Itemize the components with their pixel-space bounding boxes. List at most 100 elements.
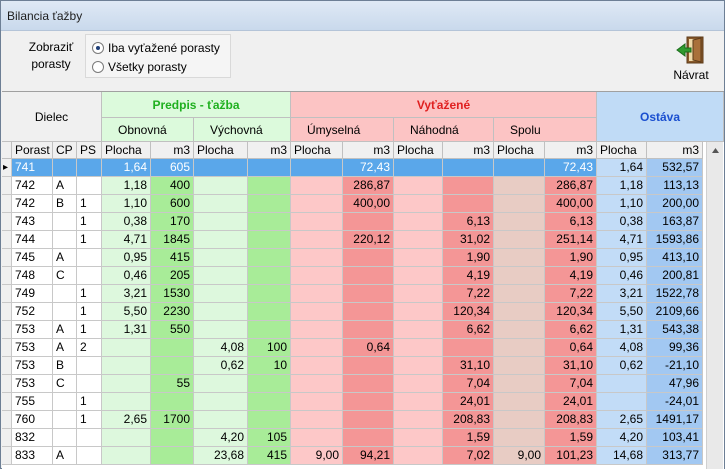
table-cell[interactable]	[77, 249, 102, 267]
table-cell[interactable]: 1	[77, 303, 102, 321]
table-cell[interactable]: 1530	[151, 285, 194, 303]
table-cell[interactable]	[248, 303, 291, 321]
table-cell[interactable]	[194, 231, 248, 249]
table-cell[interactable]	[343, 267, 394, 285]
column-header-1[interactable]: CP	[53, 142, 77, 159]
table-cell[interactable]: 251,14	[545, 231, 597, 249]
table-cell[interactable]: 753	[12, 321, 53, 339]
table-cell[interactable]: 833	[12, 447, 53, 465]
table-cell[interactable]: 9,00	[494, 447, 545, 465]
table-cell[interactable]	[194, 195, 248, 213]
table-cell[interactable]	[343, 393, 394, 411]
table-cell[interactable]	[394, 267, 443, 285]
table-cell[interactable]	[53, 393, 77, 411]
table-cell[interactable]: 550	[151, 321, 194, 339]
table-cell[interactable]: 755	[12, 393, 53, 411]
table-cell[interactable]	[77, 429, 102, 447]
table-cell[interactable]	[53, 285, 77, 303]
table-cell[interactable]	[494, 411, 545, 429]
table-cell[interactable]	[53, 231, 77, 249]
table-cell[interactable]: 415	[151, 249, 194, 267]
table-cell[interactable]	[248, 231, 291, 249]
table-cell[interactable]	[494, 357, 545, 375]
table-cell[interactable]: 742	[12, 177, 53, 195]
table-cell[interactable]: 1491,17	[647, 411, 703, 429]
table-cell[interactable]: 200,81	[647, 267, 703, 285]
column-header-14[interactable]: m3	[647, 142, 703, 159]
table-cell[interactable]: 6,62	[545, 321, 597, 339]
table-cell[interactable]: 1845	[151, 231, 194, 249]
table-cell[interactable]	[248, 213, 291, 231]
table-cell[interactable]	[53, 213, 77, 231]
table-cell[interactable]	[194, 249, 248, 267]
table-cell[interactable]: 208,83	[443, 411, 494, 429]
table-cell[interactable]	[248, 375, 291, 393]
table-cell[interactable]: 72,43	[343, 159, 394, 177]
table-cell[interactable]: 105	[248, 429, 291, 447]
table-cell[interactable]: 101,23	[545, 447, 597, 465]
table-cell[interactable]: 31,10	[443, 357, 494, 375]
column-header-6[interactable]: m3	[248, 142, 291, 159]
table-cell[interactable]	[291, 177, 343, 195]
table-cell[interactable]: 4,19	[545, 267, 597, 285]
column-header-10[interactable]: m3	[443, 142, 494, 159]
table-cell[interactable]	[494, 177, 545, 195]
table-cell[interactable]	[494, 213, 545, 231]
table-cell[interactable]	[291, 321, 343, 339]
table-cell[interactable]: 0,62	[194, 357, 248, 375]
table-cell[interactable]	[443, 159, 494, 177]
table-cell[interactable]	[291, 375, 343, 393]
table-cell[interactable]	[248, 249, 291, 267]
table-cell[interactable]: 23,68	[194, 447, 248, 465]
table-cell[interactable]	[248, 285, 291, 303]
table-cell[interactable]: 99,36	[647, 339, 703, 357]
table-cell[interactable]	[394, 195, 443, 213]
table-cell[interactable]	[53, 303, 77, 321]
table-cell[interactable]: 7,22	[545, 285, 597, 303]
table-cell[interactable]: C	[53, 267, 77, 285]
table-cell[interactable]: 0,38	[102, 213, 151, 231]
table-cell[interactable]: 753	[12, 339, 53, 357]
table-cell[interactable]: 286,87	[545, 177, 597, 195]
table-cell[interactable]	[443, 177, 494, 195]
table-cell[interactable]	[597, 393, 647, 411]
table-cell[interactable]: 1,18	[102, 177, 151, 195]
table-cell[interactable]	[343, 411, 394, 429]
table-cell[interactable]: 1,64	[597, 159, 647, 177]
table-cell[interactable]	[394, 285, 443, 303]
table-cell[interactable]: 742	[12, 195, 53, 213]
table-cell[interactable]: 113,13	[647, 177, 703, 195]
table-cell[interactable]: 4,19	[443, 267, 494, 285]
table-cell[interactable]: 24,01	[443, 393, 494, 411]
table-cell[interactable]: 1593,86	[647, 231, 703, 249]
table-cell[interactable]	[394, 213, 443, 231]
table-cell[interactable]	[102, 429, 151, 447]
table-cell[interactable]	[394, 393, 443, 411]
table-cell[interactable]: 5,50	[597, 303, 647, 321]
table-cell[interactable]	[343, 303, 394, 321]
table-cell[interactable]: 532,57	[647, 159, 703, 177]
table-cell[interactable]: 31,02	[443, 231, 494, 249]
table-cell[interactable]	[53, 429, 77, 447]
table-cell[interactable]: 72,43	[545, 159, 597, 177]
table-cell[interactable]: 4,08	[597, 339, 647, 357]
radio-dot-checked[interactable]	[92, 42, 104, 54]
table-cell[interactable]: 2,65	[102, 411, 151, 429]
balance-grid[interactable]: Dielec Predpis - ťažba Vyťažené Ostáva Obnov…	[2, 91, 724, 469]
radio-harvested-only[interactable]: Iba vyťažené porasty	[92, 40, 220, 56]
table-cell[interactable]	[151, 357, 194, 375]
table-cell[interactable]: 55	[151, 375, 194, 393]
table-cell[interactable]	[194, 285, 248, 303]
vertical-scrollbar[interactable]	[706, 142, 723, 469]
table-cell[interactable]: A	[53, 321, 77, 339]
radio-all-stands[interactable]: Všetky porasty	[92, 59, 187, 75]
table-cell[interactable]	[291, 285, 343, 303]
table-cell[interactable]: 313,77	[647, 447, 703, 465]
table-cell[interactable]: 205	[151, 267, 194, 285]
table-cell[interactable]: 413,10	[647, 249, 703, 267]
table-cell[interactable]: 2109,66	[647, 303, 703, 321]
table-cell[interactable]	[102, 357, 151, 375]
table-cell[interactable]: 1700	[151, 411, 194, 429]
table-cell[interactable]: 24,01	[545, 393, 597, 411]
table-cell[interactable]: 1,10	[597, 195, 647, 213]
